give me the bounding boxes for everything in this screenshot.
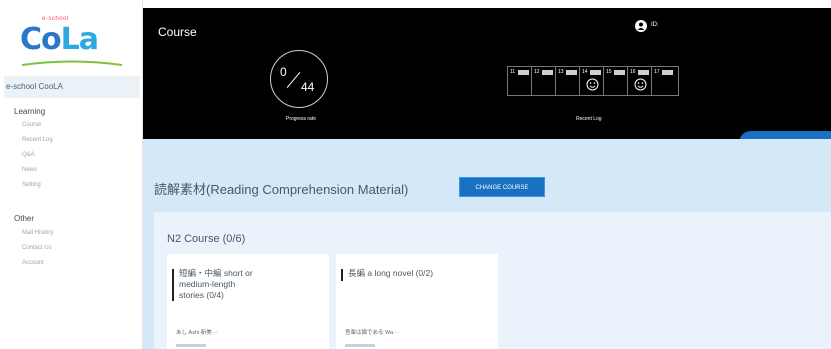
card-accent-bar	[172, 269, 174, 301]
sidebar: e-school CoLa e-school CooLA Learning Co…	[0, 0, 143, 349]
log-day-cell: 17	[651, 66, 679, 96]
nav-section-other: Other	[14, 214, 35, 223]
sidebar-item-recent-log[interactable]: Recent Log	[22, 137, 53, 143]
course-panel: N2 Course (0/6) 短編・中編 short or medium-le…	[154, 212, 831, 349]
user-id-label: ID:	[651, 22, 659, 28]
sidebar-item-course[interactable]: Course	[22, 122, 41, 128]
course-title: N2 Course (0/6)	[167, 233, 246, 245]
nav-section-learning: Learning	[14, 107, 46, 116]
log-day-cell: 15	[603, 66, 627, 96]
user-icon	[635, 20, 647, 32]
course-card-short-stories[interactable]: 短編・中編 short or medium-length stories (0/…	[167, 254, 329, 349]
logo-swoosh-icon	[22, 60, 122, 66]
header: Course ID: 0 44 Progress rate 11 12 13 1…	[143, 8, 831, 139]
sidebar-item-mail-history[interactable]: Mail History	[22, 230, 53, 236]
log-day-cell: 12	[531, 66, 555, 96]
log-day-cell: 13	[555, 66, 579, 96]
logo[interactable]: e-school CoLa	[14, 16, 132, 66]
school-name: e-school CooLA	[4, 76, 140, 98]
log-day-cell: 16	[627, 66, 651, 96]
log-day-cell: 14	[579, 66, 603, 96]
sidebar-item-setting[interactable]: Setting	[22, 182, 41, 188]
card-item-preview: あし Ashi 新美···	[176, 330, 218, 336]
page-title: Course	[158, 25, 197, 39]
card-title: 短編・中編 short or medium-length stories (0/…	[179, 268, 253, 300]
card-item-placeholder	[345, 344, 375, 347]
progress-circle	[270, 50, 328, 108]
section-title: 読解素材(Reading Comprehension Material)	[154, 182, 409, 197]
course-card-long-novel[interactable]: 長編 a long novel (0/2) 吾輩は猫である Wa···	[336, 254, 498, 349]
card-title: 長編 a long novel (0/2)	[348, 268, 434, 278]
card-accent-bar	[341, 269, 343, 281]
change-course-button[interactable]: CHANGE COURSE	[459, 177, 545, 197]
sidebar-item-qa[interactable]: Q&A	[22, 152, 35, 158]
sidebar-item-contact-us[interactable]: Contact Us	[22, 245, 52, 251]
card-item-placeholder	[176, 344, 206, 347]
main-content: 読解素材(Reading Comprehension Material) CHA…	[143, 139, 831, 349]
logo-wordmark: CoLa	[20, 22, 99, 57]
card-item-preview: 吾輩は猫である Wa···	[345, 330, 399, 336]
progress-done: 0	[280, 65, 287, 79]
progress-label: Progress rate	[285, 116, 316, 122]
smile-icon	[586, 78, 599, 91]
log-day-cell: 11	[507, 66, 531, 96]
smile-icon	[634, 78, 647, 91]
sidebar-item-news[interactable]: News	[22, 167, 37, 173]
recent-log-label: Recent Log	[576, 116, 602, 122]
sidebar-item-account[interactable]: Account	[22, 260, 44, 266]
recent-log-strip: 11 12 13 14 15 16 17	[507, 66, 697, 96]
progress-total: 44	[301, 80, 315, 94]
